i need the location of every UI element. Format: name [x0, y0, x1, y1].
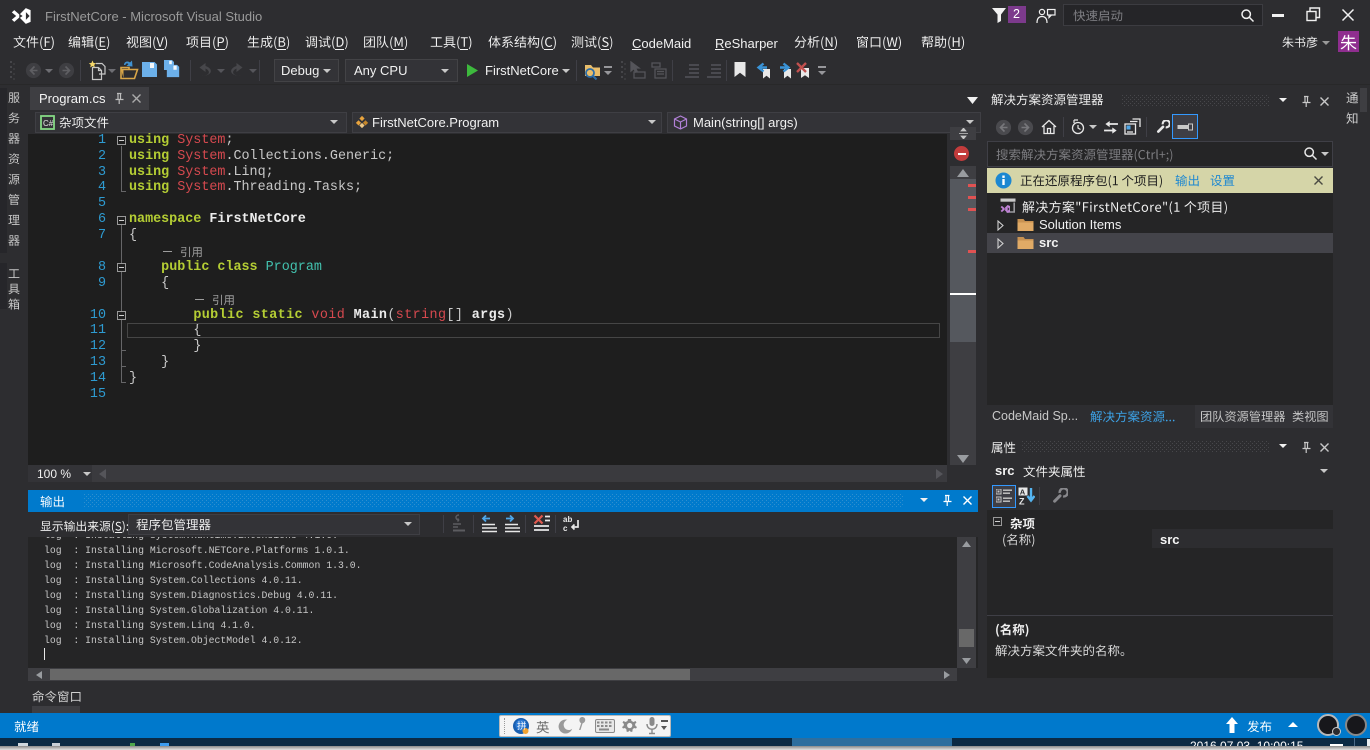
svg-text:ab: ab — [563, 515, 572, 524]
svg-text:C#: C# — [43, 119, 54, 128]
svg-text:Z: Z — [1019, 497, 1025, 506]
svg-text:c: c — [563, 524, 568, 533]
svg-text:A: A — [1020, 488, 1026, 497]
